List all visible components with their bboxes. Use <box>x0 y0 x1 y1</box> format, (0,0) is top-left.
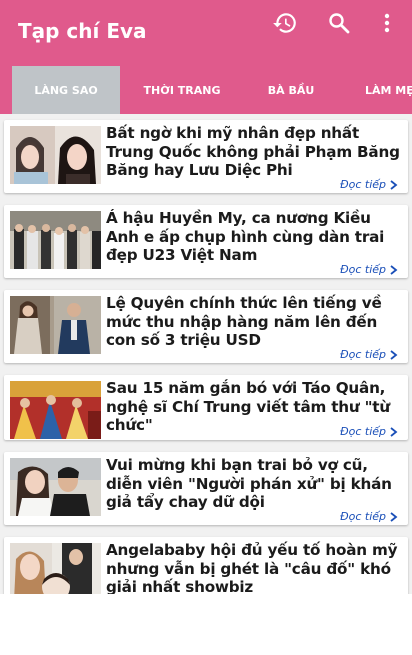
read-more-label: Đọc tiếp <box>340 263 386 276</box>
article-card[interactable]: Sau 15 năm gắn bó với Táo Quân, nghệ sĩ … <box>4 375 408 440</box>
overflow-menu-button[interactable] <box>372 8 402 38</box>
article-title[interactable]: Angelababy hội đủ yếu tố hoàn mỹ nhưng v… <box>106 541 402 594</box>
search-icon <box>329 13 350 34</box>
read-more-label: Đọc tiếp <box>340 425 386 438</box>
tab-ba-bau[interactable]: BÀ BẦU <box>252 66 330 114</box>
read-more-label: Đọc tiếp <box>340 510 386 523</box>
category-tabs: LÀNG SAO THỜI TRANG BÀ BẦU LÀM MẸ <box>0 66 412 114</box>
tab-thoi-trang[interactable]: THỜI TRANG <box>130 66 234 114</box>
article-thumbnail[interactable] <box>10 211 101 269</box>
article-title[interactable]: Lệ Quyên chính thức lên tiếng về mức thu… <box>106 294 402 350</box>
read-more-link[interactable]: Đọc tiếp <box>340 348 398 361</box>
read-more-link[interactable]: Đọc tiếp <box>340 178 398 191</box>
app-bar: Tạp chí Eva LÀNG SAO THỜI TRANG BÀ BẦU L… <box>0 0 412 114</box>
chevron-right-icon <box>390 349 398 360</box>
chevron-right-icon <box>390 179 398 190</box>
article-title[interactable]: Vui mừng khi bạn trai bỏ vợ cũ, diễn viê… <box>106 456 402 512</box>
article-card[interactable]: Vui mừng khi bạn trai bỏ vợ cũ, diễn viê… <box>4 452 408 525</box>
article-thumbnail[interactable] <box>10 381 101 439</box>
article-card[interactable]: Á hậu Huyền My, ca nương Kiều Anh e ấp c… <box>4 205 408 278</box>
read-more-label: Đọc tiếp <box>340 178 386 191</box>
article-card[interactable]: Lệ Quyên chính thức lên tiếng về mức thu… <box>4 290 408 363</box>
chevron-right-icon <box>390 511 398 522</box>
read-more-link[interactable]: Đọc tiếp <box>340 425 398 438</box>
article-card[interactable]: Angelababy hội đủ yếu tố hoàn mỹ nhưng v… <box>4 537 408 594</box>
tab-lang-sao[interactable]: LÀNG SAO <box>12 66 120 114</box>
more-vert-icon <box>384 13 390 33</box>
chevron-right-icon <box>390 426 398 437</box>
read-more-link[interactable]: Đọc tiếp <box>340 263 398 276</box>
chevron-right-icon <box>390 264 398 275</box>
history-button[interactable] <box>270 8 300 38</box>
read-more-label: Đọc tiếp <box>340 348 386 361</box>
article-thumbnail[interactable] <box>10 458 101 516</box>
article-list: Bất ngờ khi mỹ nhân đẹp nhất Trung Quốc … <box>0 114 412 594</box>
article-title[interactable]: Bất ngờ khi mỹ nhân đẹp nhất Trung Quốc … <box>106 124 402 180</box>
article-thumbnail[interactable] <box>10 543 101 594</box>
search-button[interactable] <box>324 8 354 38</box>
tab-lam-me[interactable]: LÀM MẸ <box>350 66 412 114</box>
page-bottom <box>0 594 412 655</box>
article-title[interactable]: Á hậu Huyền My, ca nương Kiều Anh e ấp c… <box>106 209 402 265</box>
article-card[interactable]: Bất ngờ khi mỹ nhân đẹp nhất Trung Quốc … <box>4 120 408 193</box>
history-icon <box>273 13 296 33</box>
article-thumbnail[interactable] <box>10 126 101 184</box>
read-more-link[interactable]: Đọc tiếp <box>340 510 398 523</box>
article-thumbnail[interactable] <box>10 296 101 354</box>
app-title: Tạp chí Eva <box>18 19 147 43</box>
